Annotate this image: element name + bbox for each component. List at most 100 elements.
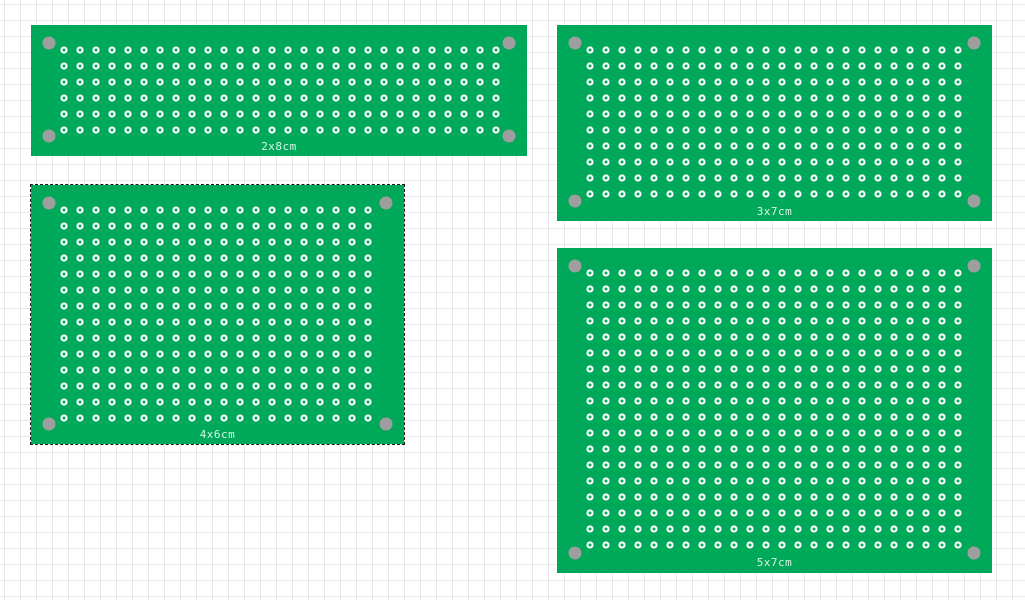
pad-hole — [110, 400, 114, 404]
pcb-board-4x6[interactable]: 4x6cm — [30, 184, 405, 445]
pad-hole — [270, 400, 274, 404]
pcb-board-5x7[interactable]: 5x7cm — [557, 248, 992, 573]
pad-hole — [636, 463, 640, 467]
pad-hole — [828, 112, 832, 116]
pad-hole — [748, 287, 752, 291]
pad-hole — [700, 271, 704, 275]
pad-hole — [892, 399, 896, 403]
pad-hole — [174, 96, 178, 100]
pad-hole — [222, 288, 226, 292]
pad-hole — [318, 112, 322, 116]
pad-hole — [844, 319, 848, 323]
pad-hole — [908, 463, 912, 467]
pad-hole — [604, 303, 608, 307]
pad-hole — [716, 48, 720, 52]
pad-hole — [700, 176, 704, 180]
pad-hole — [270, 224, 274, 228]
pad-hole — [716, 319, 720, 323]
pad-hole — [414, 112, 418, 116]
pad-hole — [828, 463, 832, 467]
pad-hole — [462, 128, 466, 132]
pad-hole — [908, 144, 912, 148]
pad-hole — [604, 192, 608, 196]
pad-hole — [238, 256, 242, 260]
pad-hole — [652, 48, 656, 52]
pcb-board-3x7[interactable]: 3x7cm — [557, 25, 992, 221]
pad-hole — [892, 335, 896, 339]
pad-hole — [588, 287, 592, 291]
pad-hole — [446, 96, 450, 100]
pad-hole — [206, 48, 210, 52]
pad-hole — [604, 96, 608, 100]
pad-hole — [254, 384, 258, 388]
pad-hole — [764, 271, 768, 275]
pad-hole — [110, 304, 114, 308]
pad-hole — [494, 48, 498, 52]
pad-hole — [876, 176, 880, 180]
pad-hole — [62, 272, 66, 276]
pad-hole — [956, 112, 960, 116]
pad-hole — [828, 303, 832, 307]
pad-hole — [78, 80, 82, 84]
pad-hole — [700, 495, 704, 499]
pad-hole — [398, 80, 402, 84]
pad-hole — [110, 240, 114, 244]
pad-hole — [270, 288, 274, 292]
pcb-board-2x8[interactable]: 2x8cm — [31, 25, 527, 156]
pad-hole — [462, 80, 466, 84]
pad-hole — [350, 400, 354, 404]
pad-hole — [716, 495, 720, 499]
pad-hole — [940, 399, 944, 403]
mounting-hole — [568, 259, 582, 273]
pad-hole — [924, 287, 928, 291]
pad-hole — [94, 64, 98, 68]
pad-hole — [924, 399, 928, 403]
pad-hole — [716, 112, 720, 116]
pad-hole — [62, 416, 66, 420]
pad-hole — [334, 256, 338, 260]
pad-hole — [908, 383, 912, 387]
pad-hole — [924, 96, 928, 100]
pad-hole — [78, 304, 82, 308]
pad-hole — [748, 479, 752, 483]
pad-hole — [270, 240, 274, 244]
pad-hole — [174, 224, 178, 228]
pad-hole — [158, 96, 162, 100]
pad-hole — [796, 543, 800, 547]
pad-hole — [334, 96, 338, 100]
pad-hole — [876, 128, 880, 132]
pad-hole — [222, 224, 226, 228]
pad-hole — [462, 112, 466, 116]
pad-hole — [366, 208, 370, 212]
pad-hole — [684, 415, 688, 419]
pad-hole — [254, 304, 258, 308]
pad-hole — [350, 320, 354, 324]
pad-hole — [588, 351, 592, 355]
pad-hole — [764, 176, 768, 180]
pad-hole — [924, 48, 928, 52]
pad-hole — [924, 351, 928, 355]
pad-hole — [270, 352, 274, 356]
pad-hole — [158, 352, 162, 356]
pad-hole — [812, 287, 816, 291]
pad-hole — [876, 543, 880, 547]
pad-hole — [876, 367, 880, 371]
pad-hole — [700, 543, 704, 547]
pad-hole — [318, 352, 322, 356]
pad-hole — [716, 160, 720, 164]
pad-hole — [604, 319, 608, 323]
pad-hole — [828, 495, 832, 499]
pad-hole — [366, 320, 370, 324]
pad-hole — [684, 112, 688, 116]
pad-hole — [956, 351, 960, 355]
pad-hole — [940, 527, 944, 531]
pad-hole — [302, 272, 306, 276]
pad-hole — [398, 128, 402, 132]
pad-hole — [588, 96, 592, 100]
pad-hole — [876, 511, 880, 515]
pad-hole — [620, 144, 624, 148]
pad-hole — [604, 335, 608, 339]
pad-hole — [620, 192, 624, 196]
pad-hole — [876, 144, 880, 148]
pad-hole — [238, 336, 242, 340]
